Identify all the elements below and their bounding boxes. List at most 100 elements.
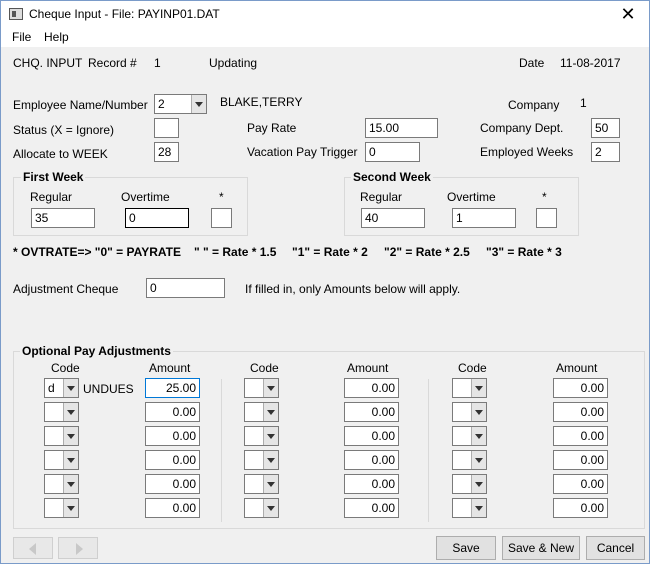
adjustment-amount-input[interactable]: 0.00 <box>145 426 200 446</box>
chevron-down-icon[interactable] <box>63 379 78 397</box>
column-divider <box>428 379 429 522</box>
chevron-down-icon[interactable] <box>471 379 486 397</box>
second-week-title: Second Week <box>351 170 433 184</box>
chevron-down-icon[interactable] <box>63 403 78 421</box>
adjustment-code-select[interactable] <box>452 474 487 494</box>
adjustment-code-select[interactable] <box>44 474 79 494</box>
first-week-regular-input[interactable]: 35 <box>31 208 95 228</box>
adjustment-code-select[interactable] <box>44 402 79 422</box>
adjustment-code-select[interactable] <box>452 378 487 398</box>
employee-number-select[interactable]: 2 <box>154 94 207 114</box>
adjustment-amount-input[interactable]: 0.00 <box>145 474 200 494</box>
previous-record-button[interactable] <box>13 537 53 559</box>
title-bar: Cheque Input - File: PAYINP01.DAT ✕ <box>1 1 649 27</box>
adjustment-code-select[interactable] <box>244 474 279 494</box>
adjustment-cheque-note: If filled in, only Amounts below will ap… <box>245 282 461 296</box>
adjustment-code-select[interactable] <box>452 498 487 518</box>
adjustment-code-select[interactable] <box>244 450 279 470</box>
adjustment-amount-input[interactable]: 0.00 <box>344 378 399 398</box>
chevron-down-icon[interactable] <box>63 427 78 445</box>
chevron-down-icon[interactable] <box>471 403 486 421</box>
col3-code-header: Code <box>458 361 487 375</box>
adjustment-code-select[interactable] <box>244 378 279 398</box>
adjustment-code-value: d <box>48 381 55 395</box>
chevron-down-icon[interactable] <box>263 475 278 493</box>
first-week-star-input[interactable] <box>211 208 232 228</box>
first-week-star-label: * <box>219 190 224 204</box>
chevron-down-icon[interactable] <box>63 451 78 469</box>
second-week-regular-input[interactable]: 40 <box>361 208 425 228</box>
pay-rate-label: Pay Rate <box>247 121 297 135</box>
employee-name: BLAKE,TERRY <box>220 95 303 109</box>
chevron-down-icon[interactable] <box>263 379 278 397</box>
adjustment-amount-input[interactable]: 0.00 <box>145 498 200 518</box>
adjustment-amount-input[interactable]: 0.00 <box>344 402 399 422</box>
status-input[interactable] <box>154 118 179 138</box>
adjustment-code-select[interactable] <box>452 450 487 470</box>
second-week-star-label: * <box>542 190 547 204</box>
chevron-down-icon[interactable] <box>191 95 206 113</box>
chevron-down-icon[interactable] <box>263 499 278 517</box>
adjustment-amount-input[interactable]: 0.00 <box>553 426 608 446</box>
adjustment-code-select[interactable] <box>452 402 487 422</box>
save-new-button[interactable]: Save & New <box>502 536 580 560</box>
first-week-title: First Week <box>21 170 86 184</box>
second-week-overtime-input[interactable]: 1 <box>452 208 516 228</box>
chevron-down-icon[interactable] <box>63 475 78 493</box>
chevron-down-icon[interactable] <box>471 499 486 517</box>
cancel-button[interactable]: Cancel <box>586 536 645 560</box>
optional-adjustments-title: Optional Pay Adjustments <box>20 344 173 358</box>
first-week-overtime-input[interactable]: 0 <box>125 208 189 228</box>
record-value: 1 <box>154 56 161 70</box>
adjustment-code-select[interactable]: d <box>44 378 79 398</box>
chevron-down-icon[interactable] <box>263 427 278 445</box>
employed-weeks-label: Employed Weeks <box>480 145 574 159</box>
chevron-down-icon[interactable] <box>471 427 486 445</box>
adjustment-amount-input[interactable]: 0.00 <box>145 450 200 470</box>
chevron-down-icon[interactable] <box>63 499 78 517</box>
adjustment-code-select[interactable] <box>244 498 279 518</box>
second-week-star-input[interactable] <box>536 208 557 228</box>
close-icon[interactable]: ✕ <box>613 3 643 25</box>
adjustment-amount-input[interactable]: 0.00 <box>553 378 608 398</box>
adjustment-amount-input[interactable]: 0.00 <box>553 498 608 518</box>
menu-bar: File Help <box>1 27 649 47</box>
adjustment-code-select[interactable] <box>244 402 279 422</box>
employed-weeks-input[interactable]: 2 <box>591 142 620 162</box>
allocate-week-input[interactable]: 28 <box>154 142 179 162</box>
adjustment-amount-input[interactable]: 0.00 <box>344 474 399 494</box>
chevron-down-icon[interactable] <box>263 403 278 421</box>
adjustment-amount-input[interactable]: 0.00 <box>145 402 200 422</box>
ovtrate-rate-2: "1" = Rate * 2 <box>292 245 368 259</box>
adjustment-amount-input[interactable]: 25.00 <box>145 378 200 398</box>
next-record-button[interactable] <box>58 537 98 559</box>
arrow-right-icon <box>76 543 83 555</box>
adjustment-code-select[interactable] <box>44 450 79 470</box>
pay-rate-input[interactable]: 15.00 <box>365 118 438 138</box>
vacation-trigger-input[interactable]: 0 <box>365 142 420 162</box>
adjustment-code-select[interactable] <box>452 426 487 446</box>
second-week-overtime-label: Overtime <box>447 190 496 204</box>
save-button[interactable]: Save <box>436 536 496 560</box>
date-label: Date <box>519 56 545 70</box>
optional-adjustments-group <box>13 351 645 529</box>
adjustment-amount-input[interactable]: 0.00 <box>344 498 399 518</box>
adjustment-code-select[interactable] <box>244 426 279 446</box>
company-dept-input[interactable]: 50 <box>591 118 620 138</box>
menu-help[interactable]: Help <box>44 30 69 44</box>
adjustment-amount-input[interactable]: 0.00 <box>553 474 608 494</box>
chevron-down-icon[interactable] <box>471 451 486 469</box>
adjustment-amount-input[interactable]: 0.00 <box>553 450 608 470</box>
adjustment-amount-input[interactable]: 0.00 <box>344 450 399 470</box>
mode-text: Updating <box>209 56 258 70</box>
menu-file[interactable]: File <box>12 30 31 44</box>
chevron-down-icon[interactable] <box>263 451 278 469</box>
adjustment-amount-input[interactable]: 0.00 <box>344 426 399 446</box>
adjustment-code-select[interactable] <box>44 426 79 446</box>
company-value: 1 <box>580 96 587 110</box>
chevron-down-icon[interactable] <box>471 475 486 493</box>
adjustment-amount-input[interactable]: 0.00 <box>553 402 608 422</box>
adjustment-code-select[interactable] <box>44 498 79 518</box>
adjustment-cheque-input[interactable]: 0 <box>146 278 225 298</box>
adjustment-code-description: UNDUES <box>83 382 134 396</box>
